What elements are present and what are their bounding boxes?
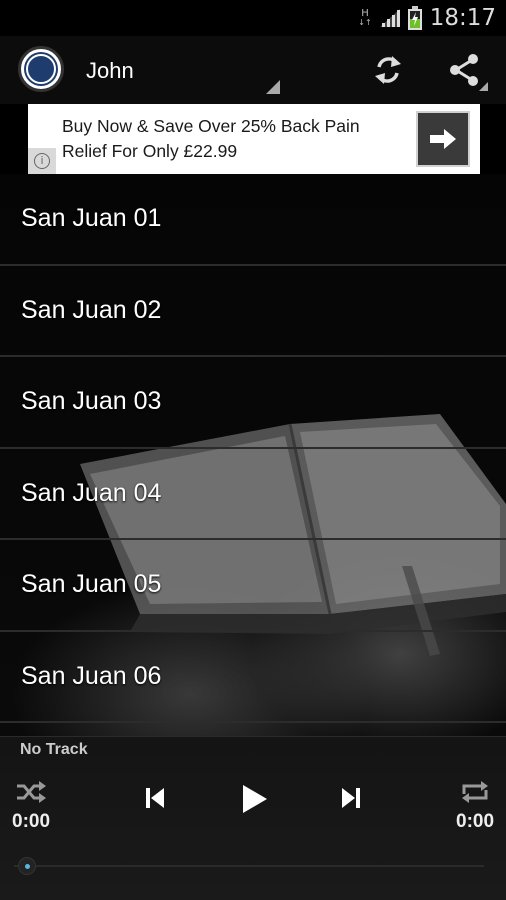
chapter-label: San Juan 03: [21, 387, 162, 416]
chapter-label: San Juan 06: [21, 661, 162, 690]
arrow-right-icon: [430, 129, 456, 149]
chapter-label: San Juan 04: [21, 478, 162, 507]
book-selector-label[interactable]: John: [86, 58, 134, 84]
skip-previous-icon: [146, 788, 164, 808]
chapter-label: San Juan 01: [21, 204, 162, 233]
app-logo-emblem: [26, 54, 56, 84]
refresh-button[interactable]: [368, 50, 408, 90]
shuffle-button[interactable]: [14, 779, 48, 805]
chapter-label: San Juan 05: [21, 570, 162, 599]
ad-info-button[interactable]: i: [28, 148, 56, 174]
next-button[interactable]: [334, 781, 368, 815]
skip-next-icon: [342, 788, 360, 808]
chapter-item[interactable]: San Juan 06: [0, 632, 506, 723]
status-clock: 18:17: [429, 5, 496, 31]
seek-thumb-dot: [24, 863, 30, 869]
total-time: 0:00: [456, 811, 495, 832]
elapsed-time: 0:00: [12, 811, 51, 832]
chapter-item[interactable]: San Juan 05: [0, 540, 506, 632]
battery-charging-icon: [407, 6, 422, 30]
share-icon: [450, 54, 478, 86]
chapter-item[interactable]: San Juan 04: [0, 449, 506, 540]
book-selector-caret-icon[interactable]: [266, 80, 280, 94]
signal-icon: [379, 9, 400, 27]
info-icon: i: [34, 153, 50, 169]
chapter-item[interactable]: San Juan 01: [0, 174, 506, 266]
repeat-button[interactable]: [458, 779, 492, 805]
seek-thumb[interactable]: [19, 858, 35, 874]
chapter-item[interactable]: San Juan 03: [0, 357, 506, 449]
play-button[interactable]: [234, 779, 274, 819]
status-bar: H ↓↑ 18:17: [0, 0, 506, 36]
seek-bar[interactable]: [14, 865, 484, 867]
chapter-item[interactable]: San Juan 02: [0, 266, 506, 357]
shuffle-icon: [17, 781, 46, 803]
chapter-label: San Juan 02: [21, 295, 162, 324]
previous-button[interactable]: [138, 781, 172, 815]
refresh-icon: [375, 56, 401, 84]
ad-banner[interactable]: Buy Now & Save Over 25% Back Pain Relief…: [28, 104, 480, 174]
ad-text[interactable]: Buy Now & Save Over 25% Back Pain Relief…: [62, 114, 402, 164]
audio-player: No Track 0:00 0:00: [0, 736, 506, 900]
play-icon: [243, 785, 267, 813]
repeat-icon: [462, 781, 488, 803]
ad-go-button[interactable]: [416, 111, 470, 167]
now-playing-label: No Track: [20, 741, 88, 758]
network-indicator: H ↓↑: [358, 8, 372, 28]
network-arrows: ↓↑: [358, 18, 372, 27]
app-logo[interactable]: [18, 46, 64, 92]
share-overflow-caret-icon: [479, 82, 488, 91]
share-button[interactable]: [444, 50, 484, 90]
action-bar: John: [0, 36, 506, 104]
network-type: H: [361, 8, 369, 19]
chapter-list[interactable]: San Juan 01 San Juan 02 San Juan 03 San …: [0, 174, 506, 736]
